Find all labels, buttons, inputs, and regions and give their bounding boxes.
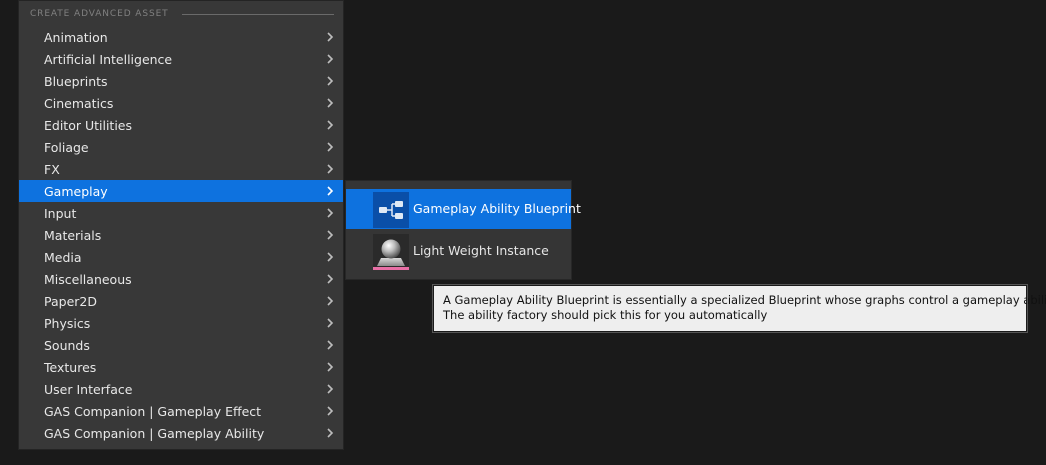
menu-item-label: Media [44,249,82,265]
menu-item-paper2d[interactable]: Paper2D [19,290,343,312]
menu-item-label: Cinematics [44,95,114,111]
create-advanced-asset-menu: CREATE ADVANCED ASSET Animation Artifici… [18,0,344,450]
chevron-right-icon [327,296,334,306]
menu-item-editor-utilities[interactable]: Editor Utilities [19,114,343,136]
chevron-right-icon [327,54,334,64]
menu-item-label: Paper2D [44,293,97,309]
tooltip-line: A Gameplay Ability Blueprint is essentia… [443,293,1046,307]
menu-item-user-interface[interactable]: User Interface [19,378,343,400]
chevron-right-icon [327,98,334,108]
chevron-right-icon [327,406,334,416]
menu-item-label: Foliage [44,139,89,155]
section-divider [181,13,334,15]
menu-item-label: GAS Companion | Gameplay Ability [44,425,265,441]
chevron-right-icon [327,340,334,350]
gameplay-submenu: Gameplay Ability Blueprint Light Weight … [345,180,581,280]
menu-item-fx[interactable]: FX [19,158,343,180]
category-list: Animation Artificial Intelligence Bluepr… [19,26,343,444]
sphere-mesh-icon [373,234,409,270]
chevron-right-icon [327,186,334,196]
menu-item-textures[interactable]: Textures [19,356,343,378]
asset-tooltip: A Gameplay Ability Blueprint is essentia… [432,284,1046,333]
chevron-right-icon [327,252,334,262]
editor-viewport: CREATE ADVANCED ASSET Animation Artifici… [0,0,1046,465]
section-header: CREATE ADVANCED ASSET [30,7,334,21]
asset-label: Light Weight Instance [413,243,549,258]
chevron-right-icon [327,76,334,86]
menu-item-label: Textures [44,359,97,375]
menu-item-sounds[interactable]: Sounds [19,334,343,356]
chevron-right-icon [327,32,334,42]
chevron-right-icon [327,230,334,240]
menu-item-gas-companion-gameplay-effect[interactable]: GAS Companion | Gameplay Effect [19,400,343,422]
chevron-right-icon [327,428,334,438]
menu-item-animation[interactable]: Animation [19,26,343,48]
menu-item-label: Sounds [44,337,90,353]
blueprint-graph-icon [373,192,409,228]
menu-item-label: Input [44,205,77,221]
chevron-right-icon [327,142,334,152]
menu-item-cinematics[interactable]: Cinematics [19,92,343,114]
menu-item-label: GAS Companion | Gameplay Effect [44,403,262,419]
chevron-right-icon [327,384,334,394]
menu-item-label: Physics [44,315,91,331]
menu-item-input[interactable]: Input [19,202,343,224]
menu-item-media[interactable]: Media [19,246,343,268]
chevron-right-icon [327,274,334,284]
menu-item-artificial-intelligence[interactable]: Artificial Intelligence [19,48,343,70]
section-header-label: CREATE ADVANCED ASSET [30,9,169,19]
menu-item-gas-companion-gameplay-ability[interactable]: GAS Companion | Gameplay Ability [19,422,343,444]
chevron-right-icon [327,164,334,174]
menu-item-materials[interactable]: Materials [19,224,343,246]
asset-light-weight-instance[interactable]: Light Weight Instance [346,231,571,271]
menu-item-label: Materials [44,227,102,243]
menu-item-label: User Interface [44,381,133,397]
tooltip-line: The ability factory should pick this for… [443,308,768,322]
menu-item-gameplay[interactable]: Gameplay [19,180,343,202]
chevron-right-icon [327,208,334,218]
menu-item-label: FX [44,161,60,177]
menu-item-label: Blueprints [44,73,108,89]
chevron-right-icon [327,318,334,328]
menu-item-physics[interactable]: Physics [19,312,343,334]
menu-item-label: Gameplay [44,183,108,199]
chevron-right-icon [327,120,334,130]
menu-item-blueprints[interactable]: Blueprints [19,70,343,92]
menu-item-label: Miscellaneous [44,271,132,287]
chevron-right-icon [327,362,334,372]
asset-label: Gameplay Ability Blueprint [413,201,581,216]
menu-item-miscellaneous[interactable]: Miscellaneous [19,268,343,290]
menu-item-foliage[interactable]: Foliage [19,136,343,158]
menu-item-label: Editor Utilities [44,117,133,133]
asset-gameplay-ability-blueprint[interactable]: Gameplay Ability Blueprint [346,189,581,229]
menu-item-label: Animation [44,29,108,45]
menu-item-label: Artificial Intelligence [44,51,173,67]
